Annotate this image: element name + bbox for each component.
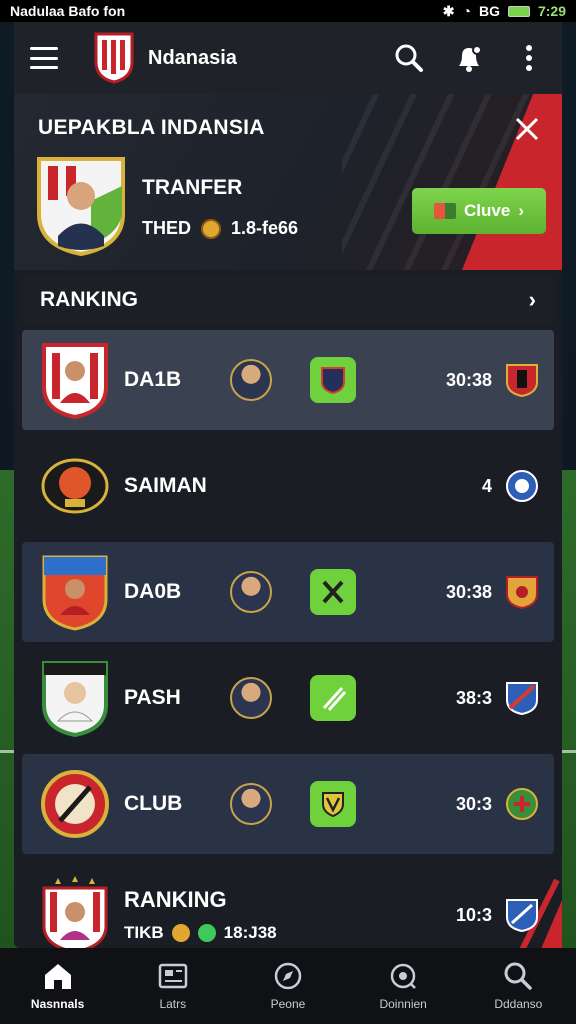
search-icon[interactable]	[392, 41, 426, 75]
last-row-text: RANKING TIKB 18:J38	[124, 887, 277, 943]
club-name: DA0B	[124, 580, 182, 603]
promo-subtitle: TRANFER	[142, 176, 243, 199]
list-item[interactable]: SAIMAN 4	[22, 436, 554, 536]
nav-item-home[interactable]: Nasnnals	[8, 961, 108, 1011]
coin-icon	[201, 218, 221, 239]
nav-item-search[interactable]: Dddanso	[468, 961, 568, 1011]
row-score: 30:38	[445, 581, 492, 602]
club-name: DA1B	[124, 368, 182, 391]
last-row-meta-value: 18:J38	[223, 923, 277, 942]
club-badge-icon	[310, 675, 356, 721]
ranking-header-label: RANKING	[40, 288, 138, 311]
club-name: SAIMAN	[124, 474, 207, 497]
club-crest-icon	[42, 555, 108, 631]
bottom-nav: Nasnnals Latrs Peone Doinnien Dddanso	[0, 948, 576, 1024]
club-name: RANKING	[124, 887, 227, 912]
row-score: 4	[481, 475, 492, 496]
hamburger-menu-icon[interactable]	[30, 47, 58, 69]
compass-icon	[274, 962, 302, 990]
list-item[interactable]: PASH 38:3	[22, 648, 554, 748]
player-crest-icon	[37, 157, 125, 256]
club-badge-icon	[310, 569, 356, 615]
clock-text: 7:29	[537, 3, 566, 19]
club-logo-icon	[94, 32, 134, 84]
club-crest-icon	[506, 899, 538, 933]
list-item[interactable]: CLUB 30:3	[22, 754, 554, 854]
promo-title: UEPAKBLA INDANSIA	[38, 116, 265, 139]
close-icon[interactable]	[514, 116, 540, 142]
chevron-right-icon: ›	[518, 201, 524, 220]
list-item[interactable]: DA0B 30:38	[22, 542, 554, 642]
bluetooth-icon: ✱	[442, 2, 455, 19]
list-item[interactable]: DA1B 30:38	[22, 330, 554, 430]
app-title: Ndanasia	[148, 46, 237, 69]
club-badge-icon	[310, 357, 356, 403]
club-crest-icon	[506, 576, 538, 610]
club-name: CLUB	[124, 792, 183, 815]
nav-label: Doinnien	[379, 997, 427, 1011]
nav-item-news[interactable]: Latrs	[123, 961, 223, 1011]
promo-meta-value: 1.8-fe66	[231, 218, 299, 238]
coin-icon	[171, 924, 190, 942]
status-dot-icon	[197, 924, 216, 942]
carrier-text: Nadulaa Bafo fon	[10, 3, 126, 19]
club-crest-icon	[42, 661, 108, 737]
news-icon	[158, 963, 188, 989]
row-score: 30:3	[455, 793, 492, 814]
app-window: Ndanasia UEPAKBLA INDANSIA TRANFER THED …	[14, 22, 562, 970]
club-crest-icon	[41, 458, 109, 514]
club-crest-icon	[42, 876, 108, 954]
notification-bell-icon[interactable]	[452, 41, 486, 75]
player-avatar	[230, 677, 272, 719]
nav-label: Dddanso	[494, 997, 543, 1011]
home-icon	[44, 964, 71, 989]
promo-cta-button[interactable]: Cluve ›	[412, 188, 546, 234]
flag-icon	[434, 203, 457, 219]
settings-icon	[390, 963, 417, 989]
club-name: PASH	[124, 686, 181, 709]
player-avatar	[230, 783, 272, 825]
network-text: BG	[478, 3, 500, 19]
promo-meta: THED 1.8-fe66	[142, 218, 298, 239]
ranking-list: DA1B 30:38 SAIMAN 4 DA0B 30:38 PASH 38:3…	[22, 330, 562, 970]
player-avatar	[230, 359, 272, 401]
club-badge-icon	[310, 781, 356, 827]
nav-label: Peone	[270, 997, 306, 1011]
club-crest-icon	[506, 364, 538, 398]
last-row-meta-label: TIKB	[124, 923, 164, 942]
club-crest-icon	[506, 788, 538, 820]
player-avatar	[230, 571, 272, 613]
more-options-icon[interactable]	[512, 41, 546, 75]
row-score: 30:38	[445, 369, 492, 390]
promo-meta-label: THED	[142, 218, 191, 238]
nav-label: Nasnnals	[30, 997, 85, 1011]
club-crest-icon	[41, 770, 109, 838]
promo-cta-label: Cluve	[464, 201, 511, 220]
last-row-meta: TIKB 18:J38	[124, 923, 277, 943]
chevron-right-icon: ›	[528, 287, 536, 312]
app-bar: Ndanasia	[14, 22, 562, 94]
nav-item-settings[interactable]: Doinnien	[353, 961, 453, 1011]
promo-card[interactable]: UEPAKBLA INDANSIA TRANFER THED 1.8-fe66	[14, 94, 562, 270]
club-crest-icon	[506, 682, 538, 716]
status-bar: Nadulaa Bafo fon ✱ ◔ BG 7:29	[0, 0, 576, 22]
nav-label: Latrs	[159, 997, 187, 1011]
club-crest-icon	[506, 470, 538, 502]
search-icon	[504, 962, 533, 990]
nav-item-people[interactable]: Peone	[238, 961, 338, 1011]
wifi-icon: ◔	[462, 3, 471, 19]
battery-icon	[507, 5, 530, 17]
club-crest-icon	[42, 343, 108, 419]
row-score: 38:3	[455, 687, 492, 708]
ranking-header[interactable]: RANKING ›	[22, 276, 554, 324]
